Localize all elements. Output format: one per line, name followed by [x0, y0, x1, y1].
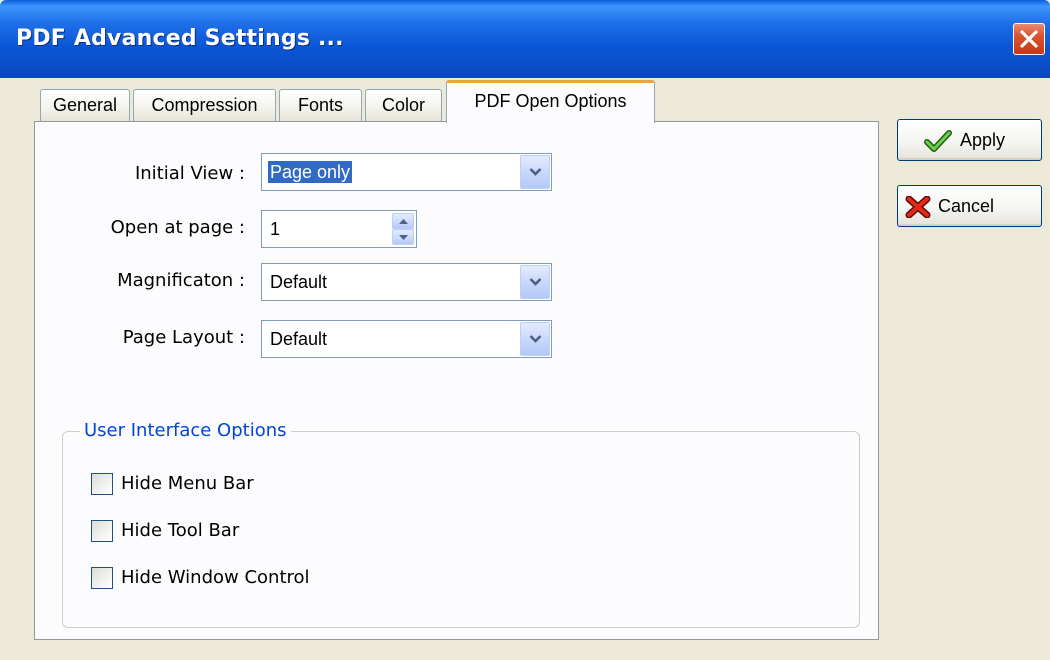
tab-fonts[interactable]: Fonts [279, 89, 362, 121]
initial-view-dropdown-button[interactable] [520, 155, 550, 189]
initial-view-label: Initial View : [134, 163, 245, 184]
open-at-page-value: 1 [270, 219, 281, 239]
apply-button-label: Apply [960, 130, 1006, 150]
triangle-down-icon [399, 235, 408, 240]
apply-button[interactable]: Apply [897, 119, 1042, 161]
open-at-page-label: Open at page : [110, 217, 245, 238]
checkmark-icon [924, 130, 952, 152]
magnification-label: Magnificaton : [117, 270, 245, 291]
window-title: PDF Advanced Settings ... [16, 26, 344, 51]
tab-pdf-open-options[interactable]: PDF Open Options [446, 80, 655, 123]
page-layout-dropdown-button[interactable] [520, 322, 550, 356]
page-layout-label: Page Layout : [122, 327, 245, 348]
chevron-down-icon [529, 168, 542, 176]
checkbox-box[interactable] [91, 520, 113, 542]
magnification-value: Default [270, 272, 328, 292]
magnification-select[interactable]: Default [261, 263, 552, 301]
spinner-up-button[interactable] [392, 213, 414, 229]
user-interface-options-title: User Interface Options [80, 420, 291, 441]
dialog-window: PDF Advanced Settings ... General Compre… [0, 0, 1050, 660]
title-bar[interactable]: PDF Advanced Settings ... [0, 0, 1050, 78]
checkbox-label: Hide Tool Bar [121, 520, 240, 541]
triangle-up-icon [399, 219, 408, 224]
chevron-down-icon [529, 278, 542, 286]
tab-general[interactable]: General [40, 89, 130, 121]
tab-compression[interactable]: Compression [133, 89, 276, 121]
chevron-down-icon [529, 335, 542, 343]
checkbox-box[interactable] [91, 473, 113, 495]
cancel-button[interactable]: Cancel [897, 185, 1042, 227]
tab-color[interactable]: Color [365, 89, 442, 121]
close-icon [1020, 30, 1038, 48]
checkbox-label: Hide Window Control [121, 567, 310, 588]
checkbox-box[interactable] [91, 567, 113, 589]
cancel-button-label: Cancel [938, 196, 995, 216]
initial-view-value: Page only [266, 160, 354, 184]
magnification-dropdown-button[interactable] [520, 265, 550, 299]
close-button[interactable] [1013, 23, 1045, 55]
page-layout-value: Default [270, 329, 328, 349]
checkbox-label: Hide Menu Bar [121, 473, 254, 494]
open-at-page-spinner[interactable]: 1 [261, 210, 417, 248]
x-icon [905, 196, 931, 218]
initial-view-select[interactable]: Page only [261, 153, 552, 191]
spinner-down-button[interactable] [392, 229, 414, 245]
page-layout-select[interactable]: Default [261, 320, 552, 358]
